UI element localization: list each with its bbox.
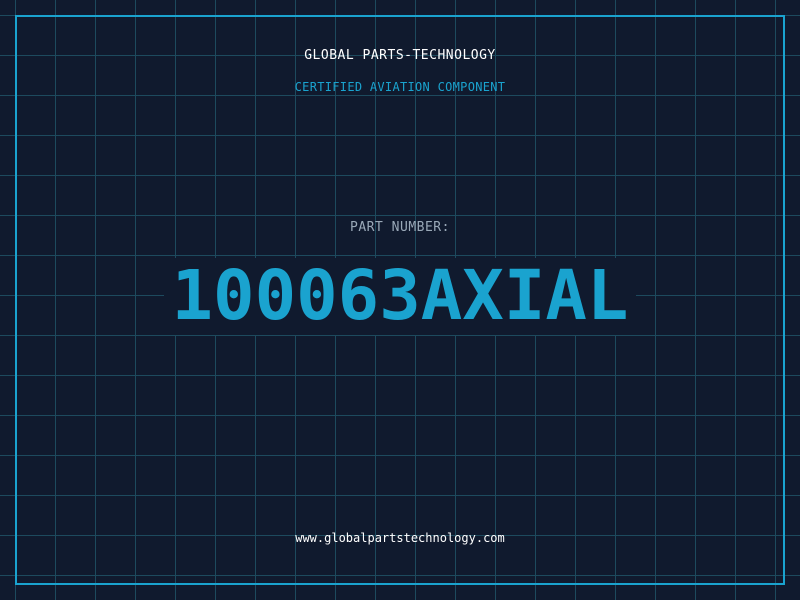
website-url: www.globalpartstechnology.com	[295, 531, 505, 545]
part-number-label: PART NUMBER:	[350, 220, 450, 235]
company-name: GLOBAL PARTS-TECHNOLOGY	[304, 48, 496, 63]
part-number-value: 100063AXIAL	[163, 258, 637, 335]
part-number-container: 100063AXIAL	[0, 258, 800, 335]
certification-tagline: CERTIFIED AVIATION COMPONENT	[294, 80, 506, 94]
